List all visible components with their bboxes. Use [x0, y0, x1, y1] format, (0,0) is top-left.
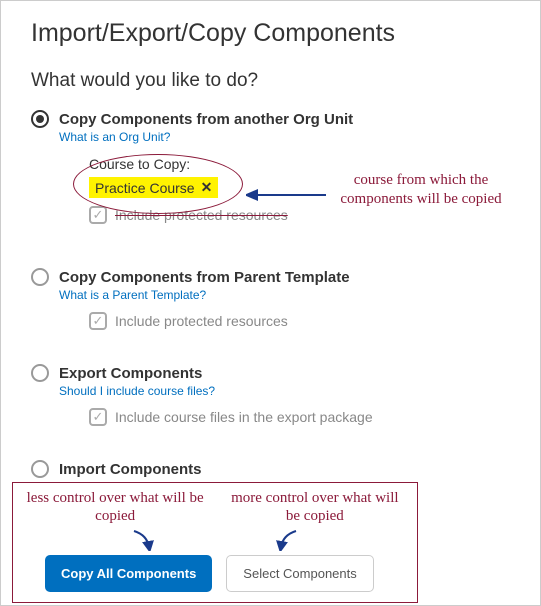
annotation-arrow-left	[129, 529, 159, 551]
option-import: Import Components	[31, 460, 510, 478]
annotation-box-buttons: less control over what will be copied mo…	[12, 482, 418, 603]
copy-all-components-button[interactable]: Copy All Components	[45, 555, 212, 592]
checkbox-label-include-protected-1: Include protected resources	[115, 207, 288, 223]
option-label: Export Components	[59, 365, 202, 382]
radio-import[interactable]	[31, 460, 49, 478]
annotation-source-text: course from which the components will be…	[331, 171, 511, 209]
page-subtitle: What would you like to do?	[31, 70, 510, 92]
annotation-less-control: less control over what will be copied	[23, 489, 207, 525]
option-copy-parent: Copy Components from Parent Template Wha…	[31, 268, 510, 330]
checkbox-include-files[interactable]: ✓	[89, 408, 107, 426]
remove-course-icon[interactable]: ✕	[201, 179, 213, 196]
annotation-arrow-right	[271, 529, 301, 551]
option-label: Copy Components from another Org Unit	[59, 111, 353, 128]
page-title: Import/Export/Copy Components	[31, 19, 510, 48]
option-export: Export Components Should I include cours…	[31, 364, 510, 426]
radio-export[interactable]	[31, 364, 49, 382]
checkbox-label-include-protected-2: Include protected resources	[115, 313, 288, 329]
radio-copy-parent[interactable]	[31, 268, 49, 286]
checkbox-label-include-files: Include course files in the export packa…	[115, 409, 373, 425]
annotation-more-control: more control over what will be copied	[223, 489, 407, 525]
option-label: Copy Components from Parent Template	[59, 269, 350, 286]
option-label: Import Components	[59, 461, 202, 478]
selected-course-chip: Practice Course ✕	[89, 177, 218, 198]
select-components-button[interactable]: Select Components	[226, 555, 373, 592]
help-link-export-files[interactable]: Should I include course files?	[59, 384, 215, 398]
checkbox-include-protected-1[interactable]: ✓	[89, 206, 107, 224]
course-to-copy-label: Course to Copy:	[89, 156, 510, 172]
radio-copy-org-unit[interactable]	[31, 110, 49, 128]
help-link-parent-template[interactable]: What is a Parent Template?	[59, 288, 206, 302]
selected-course-name: Practice Course	[95, 180, 195, 196]
help-link-org-unit[interactable]: What is an Org Unit?	[59, 130, 170, 144]
checkbox-include-protected-2[interactable]: ✓	[89, 312, 107, 330]
